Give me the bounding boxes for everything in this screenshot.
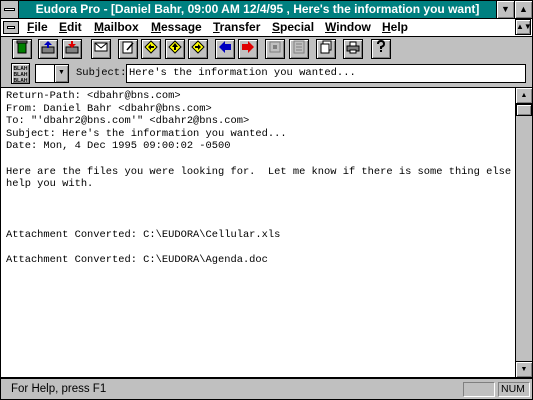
message-text[interactable]: Return-Path: <dbahr@bns.com> From: Daniel…	[6, 90, 533, 266]
document-restore-button[interactable]: ▲▼	[515, 19, 532, 35]
message-line	[6, 153, 516, 166]
message-line: Attachment Converted: C:\EUDORA\Cellular…	[6, 228, 281, 241]
message-line	[6, 241, 516, 254]
status-pane-blank	[463, 382, 495, 397]
message-line	[6, 203, 516, 216]
message-line: Here are the files you were looking for.…	[6, 165, 533, 178]
in-mailbox-icon[interactable]	[38, 39, 58, 59]
compose-icon[interactable]	[118, 39, 138, 59]
title-bar: Eudora Pro - [Daniel Bahr, 09:00 AM 12/4…	[0, 0, 533, 19]
message-line: Date: Mon, 4 Dec 1995 09:00:02 -0500	[6, 140, 231, 153]
help-icon[interactable]	[371, 39, 391, 59]
address-book-icon[interactable]	[289, 39, 309, 59]
subject-field[interactable]: Here's the information you wanted...	[126, 64, 526, 83]
scroll-up-button[interactable]: ▲	[516, 88, 532, 104]
forward-icon[interactable]	[188, 39, 208, 59]
print-icon[interactable]	[343, 39, 363, 59]
window-title: Eudora Pro - [Daniel Bahr, 09:00 AM 12/4…	[35, 2, 480, 16]
menu-special[interactable]: Special	[272, 20, 314, 34]
subject-label: Subject:	[76, 67, 127, 79]
menu-bar: File Edit Mailbox Message Transfer Speci…	[0, 19, 533, 37]
reply-icon[interactable]	[141, 39, 161, 59]
message-line: From: Daniel Bahr <dbahr@bns.com>	[6, 102, 212, 115]
scroll-thumb[interactable]	[516, 104, 532, 116]
previous-message-icon[interactable]	[215, 39, 235, 59]
message-body[interactable]: Return-Path: <dbahr@bns.com> From: Daniel…	[0, 87, 533, 378]
message-line	[6, 216, 516, 229]
out-mailbox-icon[interactable]	[62, 39, 82, 59]
message-line: help you with.	[6, 178, 94, 191]
next-message-icon[interactable]	[238, 39, 258, 59]
menu-transfer[interactable]: Transfer	[213, 20, 260, 34]
menu-help[interactable]: Help	[382, 20, 408, 34]
check-mail-icon[interactable]	[91, 39, 111, 59]
message-line: Return-Path: <dbahr@bns.com>	[6, 90, 181, 102]
reply-all-icon[interactable]	[165, 39, 185, 59]
filters-icon[interactable]	[316, 39, 336, 59]
minimize-button[interactable]: ▼	[496, 1, 514, 18]
message-line: Subject: Here's the information you want…	[6, 127, 287, 140]
message-line: To: "'dbahr2@bns.com'" <dbahr2@bns.com>	[6, 115, 250, 128]
system-menu-button[interactable]	[1, 1, 19, 18]
blah-label: BLAH BLAH BLAH	[13, 66, 28, 84]
subject-bar: BLAH BLAH BLAH ▼ Subject: Here's the inf…	[0, 61, 533, 87]
menu-message[interactable]: Message	[151, 20, 202, 34]
vertical-scrollbar[interactable]: ▲ ▼	[515, 87, 533, 378]
status-help-text: For Help, press F1	[11, 383, 107, 395]
menu-file[interactable]: File	[27, 20, 48, 34]
document-system-menu-button[interactable]	[3, 21, 19, 34]
status-num-indicator: NUM	[498, 382, 530, 397]
maximize-button[interactable]: ▲	[514, 1, 532, 18]
status-bar: For Help, press F1 NUM	[0, 378, 533, 400]
chevron-down-icon[interactable]: ▼	[54, 65, 68, 82]
message-line: Attachment Converted: C:\EUDORA\Agenda.d…	[6, 253, 268, 266]
trash-icon[interactable]	[12, 39, 32, 59]
menu-mailbox[interactable]: Mailbox	[94, 20, 139, 34]
scroll-down-button[interactable]: ▼	[516, 361, 532, 377]
attach-icon[interactable]	[265, 39, 285, 59]
priority-dropdown[interactable]: ▼	[35, 64, 69, 83]
menu-edit[interactable]: Edit	[59, 20, 82, 34]
toolbar	[0, 37, 533, 61]
message-line	[6, 191, 516, 204]
blah-level-button[interactable]: BLAH BLAH BLAH	[11, 63, 30, 84]
menu-window[interactable]: Window	[325, 20, 371, 34]
